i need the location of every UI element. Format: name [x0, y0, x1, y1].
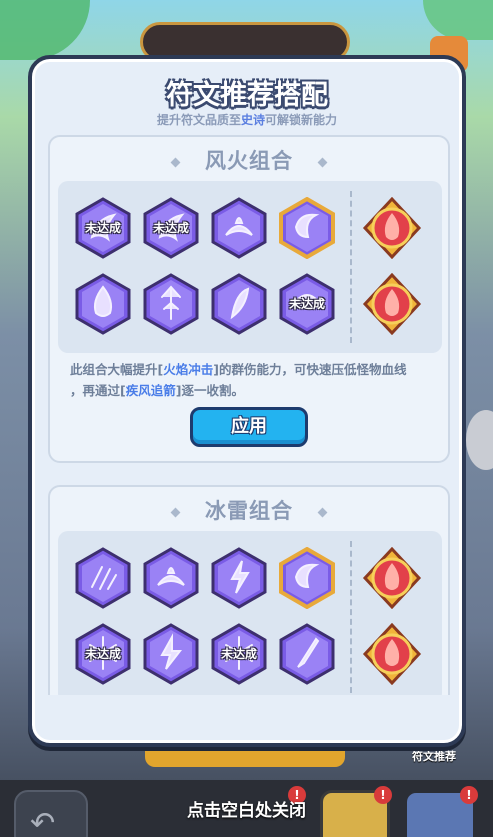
- rune-status-label: 未达成: [84, 647, 121, 661]
- crescent-rune-icon[interactable]: [278, 547, 336, 609]
- thunder-rune-icon[interactable]: [142, 623, 200, 685]
- wind-rune-icon[interactable]: 未达成: [74, 197, 132, 259]
- rune-recommend-label[interactable]: 符文推荐: [412, 748, 456, 764]
- wind-vortex-skill-icon[interactable]: [362, 273, 422, 335]
- rune-status-label: 未达成: [84, 221, 121, 235]
- splash-rune-icon[interactable]: [210, 197, 268, 259]
- splash-rune-icon[interactable]: [142, 547, 200, 609]
- fire-impact-skill-icon[interactable]: [362, 197, 422, 259]
- flame-rune-icon[interactable]: [74, 273, 132, 335]
- lightning-rune-icon[interactable]: [210, 547, 268, 609]
- rune-grid: 未达成 未达成 未达成: [58, 181, 442, 353]
- close-hint[interactable]: 点击空白处关闭: [0, 796, 493, 821]
- combo-title: 风火组合: [50, 145, 448, 175]
- rune-status-label: 未达成: [220, 647, 257, 661]
- bottom-tab: [145, 745, 345, 767]
- combo-card: 风火组合 未达成 未达成 未达成 此组合大幅提升[火焰冲击]的群伤能力，可快速压…: [48, 135, 450, 463]
- combo-list[interactable]: 风火组合 未达成 未达成 未达成 此组合大幅提升[火焰冲击]的群伤能力，可快速压…: [48, 135, 450, 695]
- rune-status-label: 未达成: [152, 221, 189, 235]
- combo-card: 冰雷组合 未达成 未达成: [48, 485, 450, 695]
- wind-rune-icon[interactable]: 未达成: [142, 197, 200, 259]
- blade-rune-icon[interactable]: [278, 623, 336, 685]
- apply-button[interactable]: 应用: [190, 407, 308, 447]
- divider: [350, 191, 352, 343]
- feather-rune-icon[interactable]: [210, 273, 268, 335]
- frost-rune-icon[interactable]: 未达成: [74, 623, 132, 685]
- ice-crystal-skill-icon[interactable]: [362, 547, 422, 609]
- storm-rune-icon[interactable]: 未达成: [278, 273, 336, 335]
- dialog-title: 符文推荐搭配: [166, 80, 328, 111]
- dialog-subtitle: 提升符文品质至史诗可解锁新能力: [156, 113, 338, 127]
- rune-grid: 未达成 未达成: [58, 531, 442, 695]
- skill-keyword: 火焰冲击: [163, 362, 214, 377]
- crescent-rune-icon[interactable]: [278, 197, 336, 259]
- quality-highlight: 史诗: [240, 113, 265, 127]
- rune-status-label: 未达成: [288, 297, 325, 311]
- combo-description: 此组合大幅提升[火焰冲击]的群伤能力，可快速压低怪物血线 ，再通过[疾风追箭]逐…: [70, 362, 407, 398]
- arrow-rune-icon[interactable]: [142, 273, 200, 335]
- claw-rune-icon[interactable]: [74, 547, 132, 609]
- rune-recommend-dialog: 符文推荐搭配 提升符文品质至史诗可解锁新能力 风火组合 未达成 未达成 未达成 …: [28, 55, 466, 747]
- combo-title: 冰雷组合: [50, 495, 448, 525]
- skill-keyword: 疾风追箭: [125, 383, 176, 398]
- frost-rune-icon[interactable]: 未达成: [210, 623, 268, 685]
- fire-burst-skill-icon[interactable]: [362, 623, 422, 685]
- divider: [350, 541, 352, 693]
